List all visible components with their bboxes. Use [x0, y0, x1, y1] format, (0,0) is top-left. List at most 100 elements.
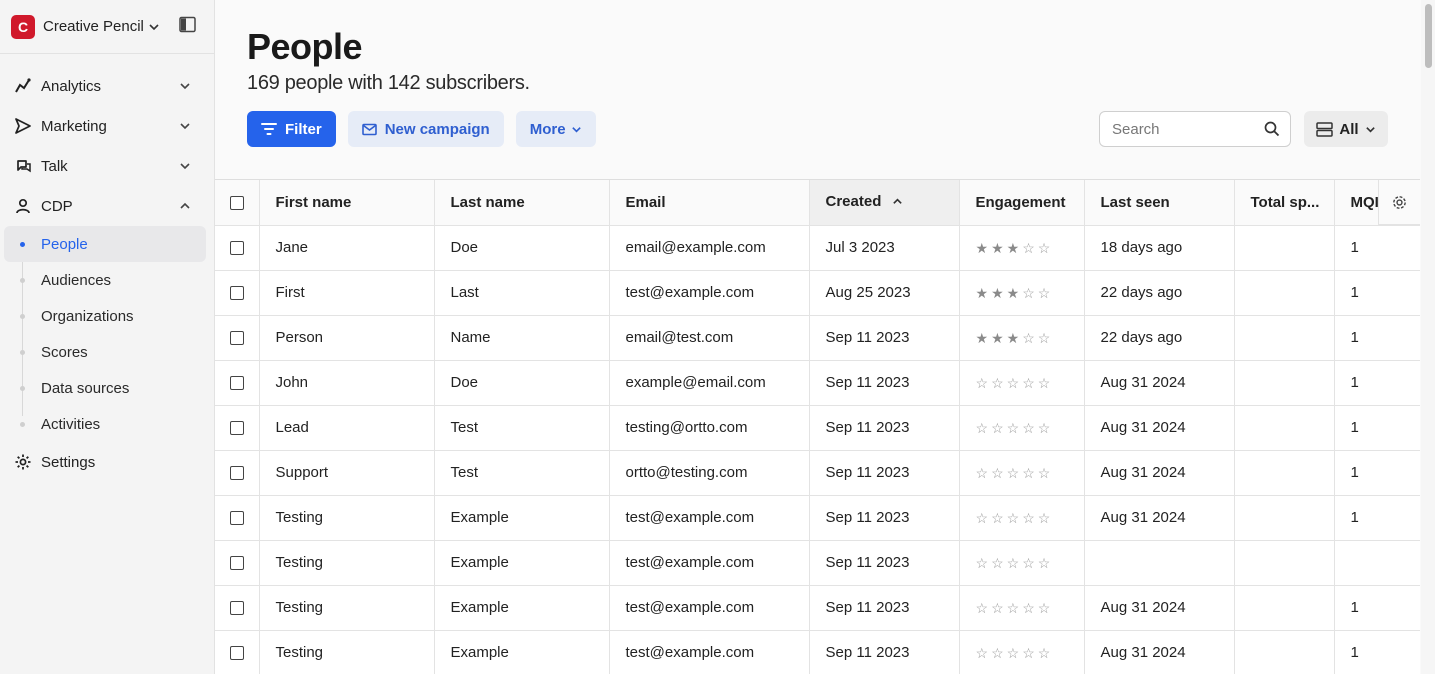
table-row[interactable]: Testing Example test@example.com Sep 11 202…	[215, 540, 1420, 586]
filter-label: Filter	[285, 120, 322, 138]
created-cell: Sep 11 2023	[809, 315, 960, 361]
table-row[interactable]: Testing Example test@example.com Sep 11 202…	[215, 585, 1420, 631]
table-row[interactable]: Testing Example test@example.com Sep 11 202…	[215, 495, 1420, 541]
active-dot	[20, 242, 25, 247]
row-checkbox[interactable]	[229, 286, 244, 301]
nav-analytics[interactable]: Analytics	[0, 66, 214, 106]
column-header-last-seen[interactable]: Last seen	[1084, 180, 1235, 226]
view-selector-label: All	[1339, 120, 1359, 138]
total-spent-cell	[1234, 360, 1335, 406]
star-empty-icon: ☆	[975, 644, 989, 661]
more-button[interactable]: More	[515, 111, 596, 147]
last-name-cell: Example	[434, 585, 610, 631]
row-checkbox[interactable]	[229, 646, 244, 661]
email-cell: test@example.com	[609, 540, 810, 586]
star-empty-icon: ☆	[1006, 374, 1020, 391]
engagement-cell: ★ ★ ★ ☆ ☆	[959, 315, 1085, 361]
scrollbar-thumb[interactable]	[1425, 4, 1432, 68]
nav-marketing[interactable]: Marketing	[0, 106, 214, 146]
row-checkbox[interactable]	[229, 241, 244, 256]
search-icon[interactable]	[1264, 121, 1280, 142]
star-empty-icon: ☆	[975, 464, 989, 481]
new-campaign-button[interactable]: New campaign	[347, 111, 504, 147]
table-row[interactable]: Jane Doe email@example.com Jul 3 2023 ★ ★ ★ ☆ ☆ 1…	[215, 225, 1420, 271]
sidebar-item-scores[interactable]: Scores	[0, 334, 214, 370]
column-settings-button[interactable]	[1378, 180, 1420, 225]
mqi-cell: 1	[1334, 495, 1420, 541]
page-scrollbar[interactable]	[1421, 0, 1435, 674]
column-header-last-name[interactable]: Last name	[434, 180, 610, 226]
mqi-cell	[1334, 540, 1420, 586]
table-row[interactable]: Person Name email@test.com Sep 11 2023 ★ ★ ★ ☆ ☆…	[215, 315, 1420, 361]
more-label: More	[529, 120, 566, 138]
table-row[interactable]: Support Test ortto@testing.com Sep 11 2023 ☆…	[215, 450, 1420, 496]
star-empty-icon: ☆	[1022, 554, 1035, 571]
star-empty-icon: ☆	[1022, 464, 1035, 481]
star-empty-icon: ☆	[991, 554, 1004, 571]
subnav-dot	[20, 422, 25, 427]
column-header-created[interactable]: Created	[809, 180, 960, 226]
sidebar-item-audiences[interactable]: Audiences	[0, 262, 214, 298]
sidebar-item-organizations[interactable]: Organizations	[0, 298, 214, 334]
star-empty-icon: ☆	[975, 554, 989, 571]
search-box[interactable]	[1099, 111, 1291, 147]
sidebar-item-label: Scores	[41, 343, 88, 361]
row-checkbox[interactable]	[229, 376, 244, 391]
row-checkbox[interactable]	[229, 511, 244, 526]
column-header-total-spent[interactable]: Total sp...	[1234, 180, 1335, 226]
nav-talk[interactable]: Talk	[0, 146, 214, 186]
total-spent-cell	[1234, 225, 1335, 271]
engagement-rating: ☆ ☆ ☆ ☆ ☆	[976, 601, 1068, 615]
search-input[interactable]	[1112, 120, 1252, 138]
row-checkbox[interactable]	[229, 601, 244, 616]
sidebar-toggle-icon[interactable]	[179, 16, 196, 38]
sidebar-item-activities[interactable]: Activities	[0, 406, 214, 442]
analytics-icon	[14, 77, 32, 95]
row-select-cell	[215, 360, 260, 406]
engagement-cell: ☆ ☆ ☆ ☆ ☆	[959, 540, 1085, 586]
last-seen-cell: Aug 31 2024	[1084, 405, 1235, 451]
nav-cdp[interactable]: CDP	[0, 186, 214, 226]
row-checkbox[interactable]	[229, 421, 244, 436]
view-selector-button[interactable]: All	[1304, 111, 1388, 147]
toolbar: Filter New campaign More	[247, 111, 596, 147]
table-row[interactable]: Lead Test testing@ortto.com Sep 11 2023 ☆ ☆ ☆ ☆…	[215, 405, 1420, 451]
row-checkbox[interactable]	[229, 466, 244, 481]
column-header-engagement[interactable]: Engagement	[959, 180, 1085, 226]
star-empty-icon: ☆	[1006, 419, 1020, 436]
select-all-checkbox[interactable]	[229, 195, 244, 210]
table-row[interactable]: John Doe example@email.com Sep 11 2023 ☆ ☆ ☆ ☆ ☆…	[215, 360, 1420, 406]
column-header-email[interactable]: Email	[609, 180, 810, 226]
star-empty-icon: ☆	[1037, 419, 1051, 436]
row-checkbox[interactable]	[229, 331, 244, 346]
table-row[interactable]: Testing Example test@example.com Sep 11 202…	[215, 630, 1420, 674]
first-name-cell: Jane	[259, 225, 435, 271]
created-cell: Jul 3 2023	[809, 225, 960, 271]
chevron-up-icon	[178, 199, 192, 217]
star-filled-icon: ★	[991, 329, 1004, 346]
filter-button[interactable]: Filter	[247, 111, 336, 147]
last-name-cell: Last	[434, 270, 610, 316]
row-checkbox[interactable]	[229, 556, 244, 571]
star-empty-icon: ☆	[1037, 374, 1051, 391]
email-cell: email@test.com	[609, 315, 810, 361]
star-empty-icon: ☆	[975, 509, 989, 526]
first-name-cell: Lead	[259, 405, 435, 451]
nav-settings[interactable]: Settings	[0, 442, 214, 482]
row-select-cell	[215, 315, 260, 361]
column-header-first-name[interactable]: First name	[259, 180, 435, 226]
engagement-rating: ☆ ☆ ☆ ☆ ☆	[976, 466, 1068, 480]
email-cell: ortto@testing.com	[609, 450, 810, 496]
table-row[interactable]: First Last test@example.com Aug 25 2023 ★ ★ ★ ☆…	[215, 270, 1420, 316]
sidebar-item-data-sources[interactable]: Data sources	[0, 370, 214, 406]
star-filled-icon: ★	[1006, 284, 1020, 301]
engagement-rating: ★ ★ ★ ☆ ☆	[976, 331, 1068, 345]
engagement-cell: ★ ★ ★ ☆ ☆	[959, 270, 1085, 316]
workspace-logo: C	[11, 14, 35, 39]
first-name-cell: Testing	[259, 495, 435, 541]
sidebar-item-people[interactable]: People	[4, 226, 206, 262]
sort-ascending-icon	[892, 194, 903, 211]
mqi-cell: 1	[1334, 360, 1420, 406]
email-cell: testing@ortto.com	[609, 405, 810, 451]
people-table: First name Last name Email Created Engag…	[215, 179, 1420, 674]
